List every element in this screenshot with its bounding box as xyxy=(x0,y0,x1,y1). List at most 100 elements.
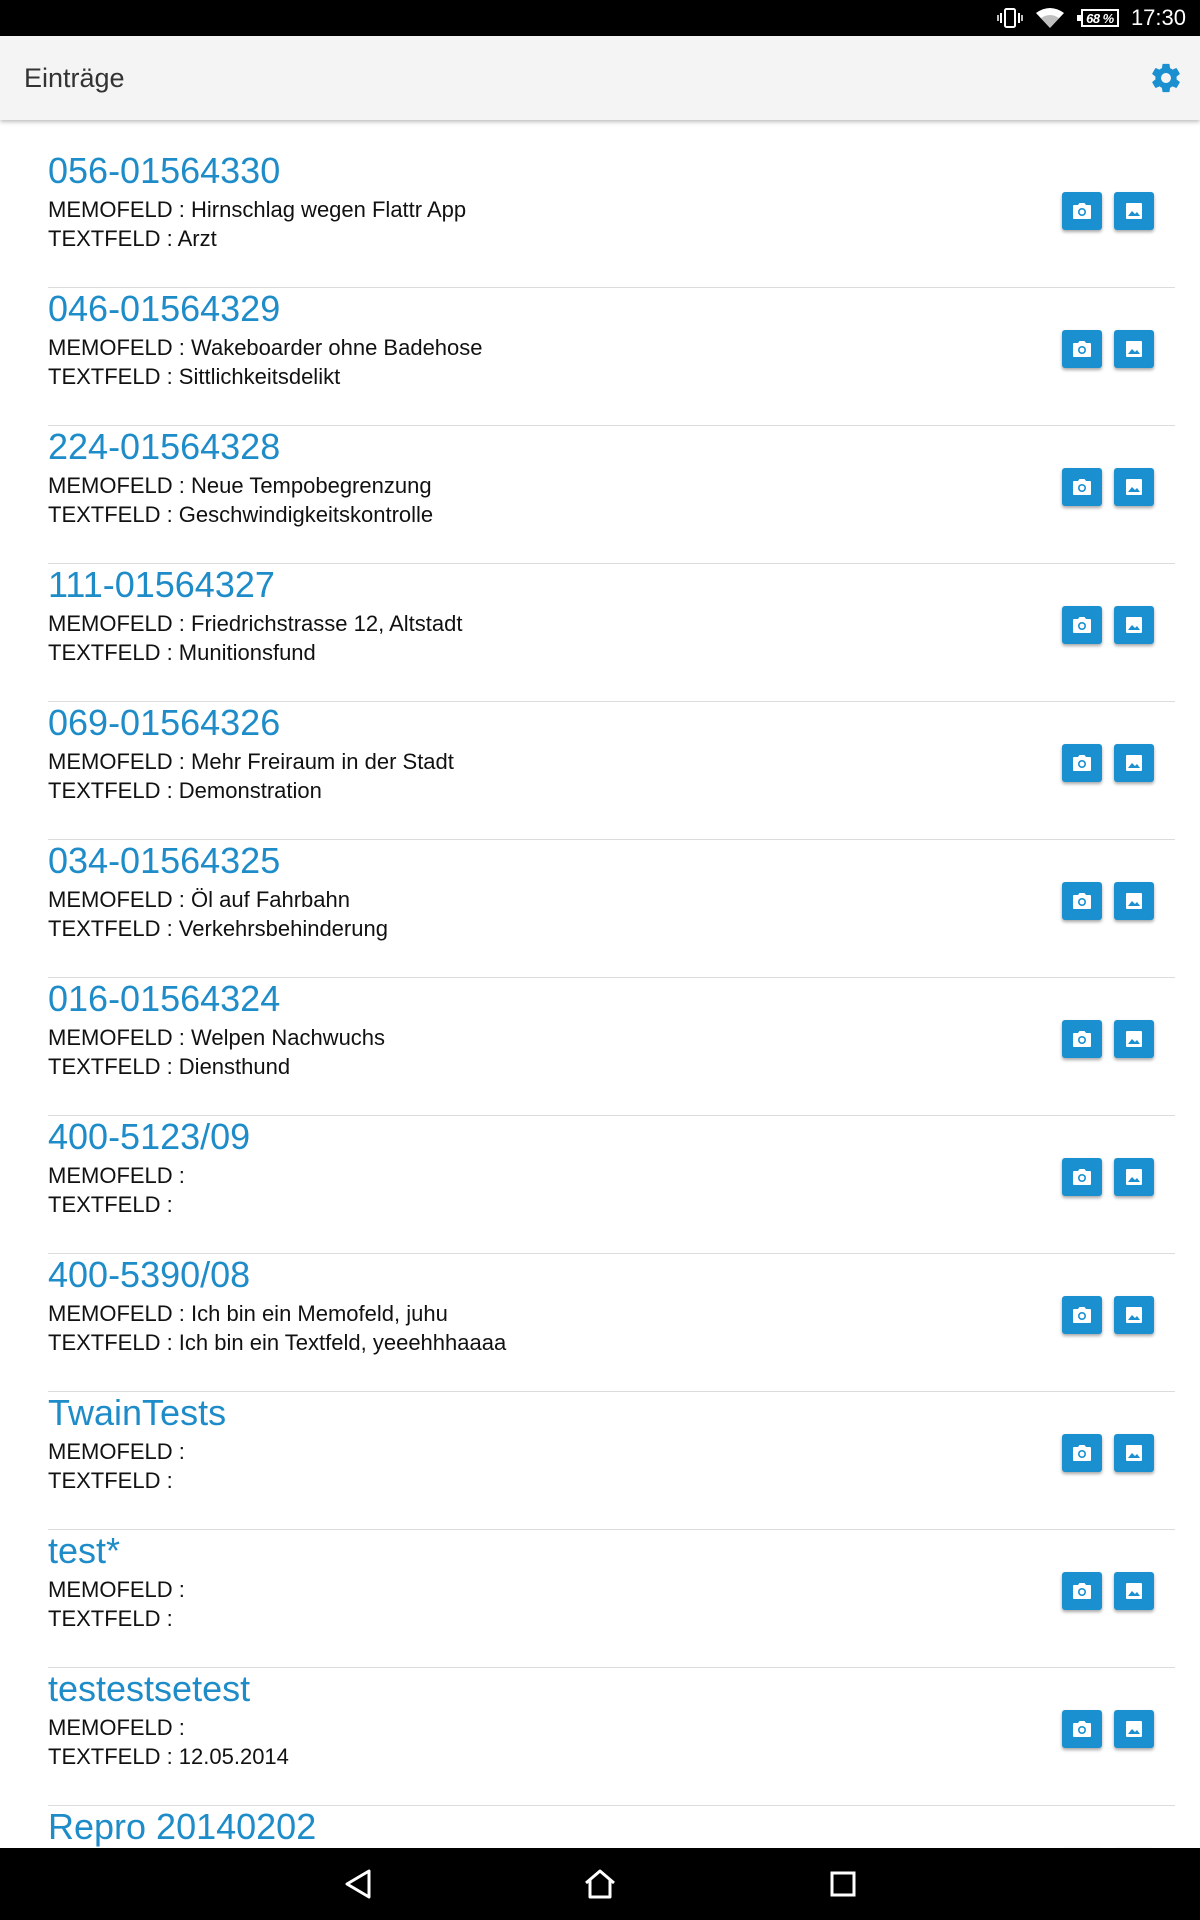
list-item[interactable]: test* MEMOFELD : TEXTFELD : xyxy=(48,1530,1175,1668)
entry-text: TEXTFELD : Arzt xyxy=(48,226,217,251)
entry-memo: MEMOFELD : Neue Tempobegrenzung xyxy=(48,473,432,498)
back-button[interactable] xyxy=(340,1866,376,1902)
list-item[interactable]: 016-01564324 MEMOFELD : Welpen Nachwuchs T… xyxy=(48,978,1175,1116)
camera-button[interactable] xyxy=(1062,1572,1102,1610)
camera-button[interactable] xyxy=(1062,1020,1102,1058)
entry-list[interactable]: 056-01564330 MEMOFELD : Hirnschlag wegen … xyxy=(0,120,1200,1848)
camera-icon xyxy=(1073,203,1091,219)
list-item[interactable]: 046-01564329 MEMOFELD : Wakeboarder ohne … xyxy=(48,288,1175,426)
entry-memo: MEMOFELD : xyxy=(48,1715,185,1740)
entry-title: 400-5123/09 xyxy=(48,1116,251,1157)
list-item[interactable]: 056-01564330 MEMOFELD : Hirnschlag wegen … xyxy=(48,150,1175,288)
gallery-button[interactable] xyxy=(1114,882,1154,920)
gallery-button[interactable] xyxy=(1114,1296,1154,1334)
list-item[interactable]: 111-01564327 MEMOFELD : Friedrichstrasse … xyxy=(48,564,1175,702)
gear-icon xyxy=(1152,63,1180,93)
entry-title: 111-01564327 xyxy=(48,564,275,605)
camera-button[interactable] xyxy=(1062,330,1102,368)
camera-button[interactable] xyxy=(1062,1710,1102,1748)
battery-level: 68 % xyxy=(1086,10,1114,26)
gallery-button[interactable] xyxy=(1114,1434,1154,1472)
camera-button[interactable] xyxy=(1062,468,1102,506)
list-item[interactable]: Repro 20140202 xyxy=(48,1806,1175,1848)
entry-memo: MEMOFELD : xyxy=(48,1577,185,1602)
gallery-icon xyxy=(1126,1721,1142,1737)
entry-memo: MEMOFELD : Friedrichstrasse 12, Altstadt xyxy=(48,611,463,636)
list-item[interactable]: 224-01564328 MEMOFELD : Neue Tempobegrenz… xyxy=(48,426,1175,564)
gallery-icon xyxy=(1126,479,1142,495)
gallery-icon xyxy=(1126,1031,1142,1047)
entry-text: TEXTFELD : Munitionsfund xyxy=(48,640,316,665)
gallery-icon xyxy=(1126,1169,1142,1185)
list-item[interactable]: 400-5390/08 MEMOFELD : Ich bin ein Memofe… xyxy=(48,1254,1175,1392)
entry-memo: MEMOFELD : Hirnschlag wegen Flattr App xyxy=(48,197,467,222)
recents-icon xyxy=(830,1871,856,1897)
back-icon xyxy=(345,1869,371,1899)
entry-title: testestsetest xyxy=(48,1668,251,1709)
entry-memo: MEMOFELD : xyxy=(48,1163,185,1188)
entry-text: TEXTFELD : Geschwindigkeitskontrolle xyxy=(48,502,434,527)
battery-icon: 68 % xyxy=(1076,9,1119,27)
camera-icon xyxy=(1073,1583,1091,1599)
camera-icon xyxy=(1073,1031,1091,1047)
gallery-button[interactable] xyxy=(1114,1020,1154,1058)
entry-title: 034-01564325 xyxy=(48,840,281,881)
clock: 17:30 xyxy=(1130,5,1186,30)
list-item[interactable]: 069-01564326 MEMOFELD : Mehr Freiraum in … xyxy=(48,702,1175,840)
camera-button[interactable] xyxy=(1062,1434,1102,1472)
camera-icon xyxy=(1073,341,1091,357)
navigation-bar xyxy=(0,1848,1200,1920)
gallery-button[interactable] xyxy=(1114,1158,1154,1196)
camera-icon xyxy=(1073,1721,1091,1737)
page-title: Einträge xyxy=(24,62,125,93)
gallery-icon xyxy=(1126,203,1142,219)
gallery-icon xyxy=(1126,893,1142,909)
wifi-icon xyxy=(1035,6,1065,30)
status-bar: 68 % 17:30 xyxy=(0,0,1200,36)
gallery-button[interactable] xyxy=(1114,606,1154,644)
recents-button[interactable] xyxy=(825,1866,861,1902)
camera-button[interactable] xyxy=(1062,606,1102,644)
home-button[interactable] xyxy=(582,1866,618,1902)
gallery-button[interactable] xyxy=(1114,192,1154,230)
entry-text: TEXTFELD : Sittlichkeitsdelikt xyxy=(48,364,341,389)
entry-title: 069-01564326 xyxy=(48,702,281,743)
entry-text: TEXTFELD : Demonstration xyxy=(48,778,322,803)
gallery-button[interactable] xyxy=(1114,468,1154,506)
entry-text: TEXTFELD : xyxy=(48,1192,173,1217)
entry-memo: MEMOFELD : Wakeboarder ohne Badehose xyxy=(48,335,483,360)
camera-icon xyxy=(1073,479,1091,495)
gallery-button[interactable] xyxy=(1114,1572,1154,1610)
gallery-button[interactable] xyxy=(1114,1710,1154,1748)
app-bar: Einträge xyxy=(0,36,1200,120)
camera-button[interactable] xyxy=(1062,744,1102,782)
settings-button[interactable] xyxy=(1146,58,1186,98)
camera-button[interactable] xyxy=(1062,192,1102,230)
list-item[interactable]: testestsetest MEMOFELD : TEXTFELD : 12.05.… xyxy=(48,1668,1175,1806)
vibrate-icon xyxy=(997,7,1023,29)
home-icon xyxy=(585,1869,615,1899)
camera-button[interactable] xyxy=(1062,1296,1102,1334)
gallery-icon xyxy=(1126,617,1142,633)
entry-title: 056-01564330 xyxy=(48,150,281,191)
list-item[interactable]: 034-01564325 MEMOFELD : Öl auf Fahrbahn TE… xyxy=(48,840,1175,978)
camera-icon xyxy=(1073,755,1091,771)
entry-title: 224-01564328 xyxy=(48,426,281,467)
gallery-button[interactable] xyxy=(1114,744,1154,782)
gallery-icon xyxy=(1126,341,1142,357)
entry-text: TEXTFELD : Ich bin ein Textfeld, yeeehhh… xyxy=(48,1330,507,1355)
gallery-icon xyxy=(1126,1307,1142,1323)
gallery-button[interactable] xyxy=(1114,330,1154,368)
gallery-icon xyxy=(1126,1445,1142,1461)
camera-button[interactable] xyxy=(1062,1158,1102,1196)
list-item[interactable]: TwainTests MEMOFELD : TEXTFELD : xyxy=(48,1392,1175,1530)
camera-button[interactable] xyxy=(1062,882,1102,920)
camera-icon xyxy=(1073,1307,1091,1323)
entry-title: test* xyxy=(48,1530,121,1571)
entry-title: Repro 20140202 xyxy=(48,1806,317,1847)
gallery-icon xyxy=(1126,755,1142,771)
entry-text: TEXTFELD : xyxy=(48,1468,173,1493)
entry-title: 400-5390/08 xyxy=(48,1254,251,1295)
camera-icon xyxy=(1073,617,1091,633)
list-item[interactable]: 400-5123/09 MEMOFELD : TEXTFELD : xyxy=(48,1116,1175,1254)
